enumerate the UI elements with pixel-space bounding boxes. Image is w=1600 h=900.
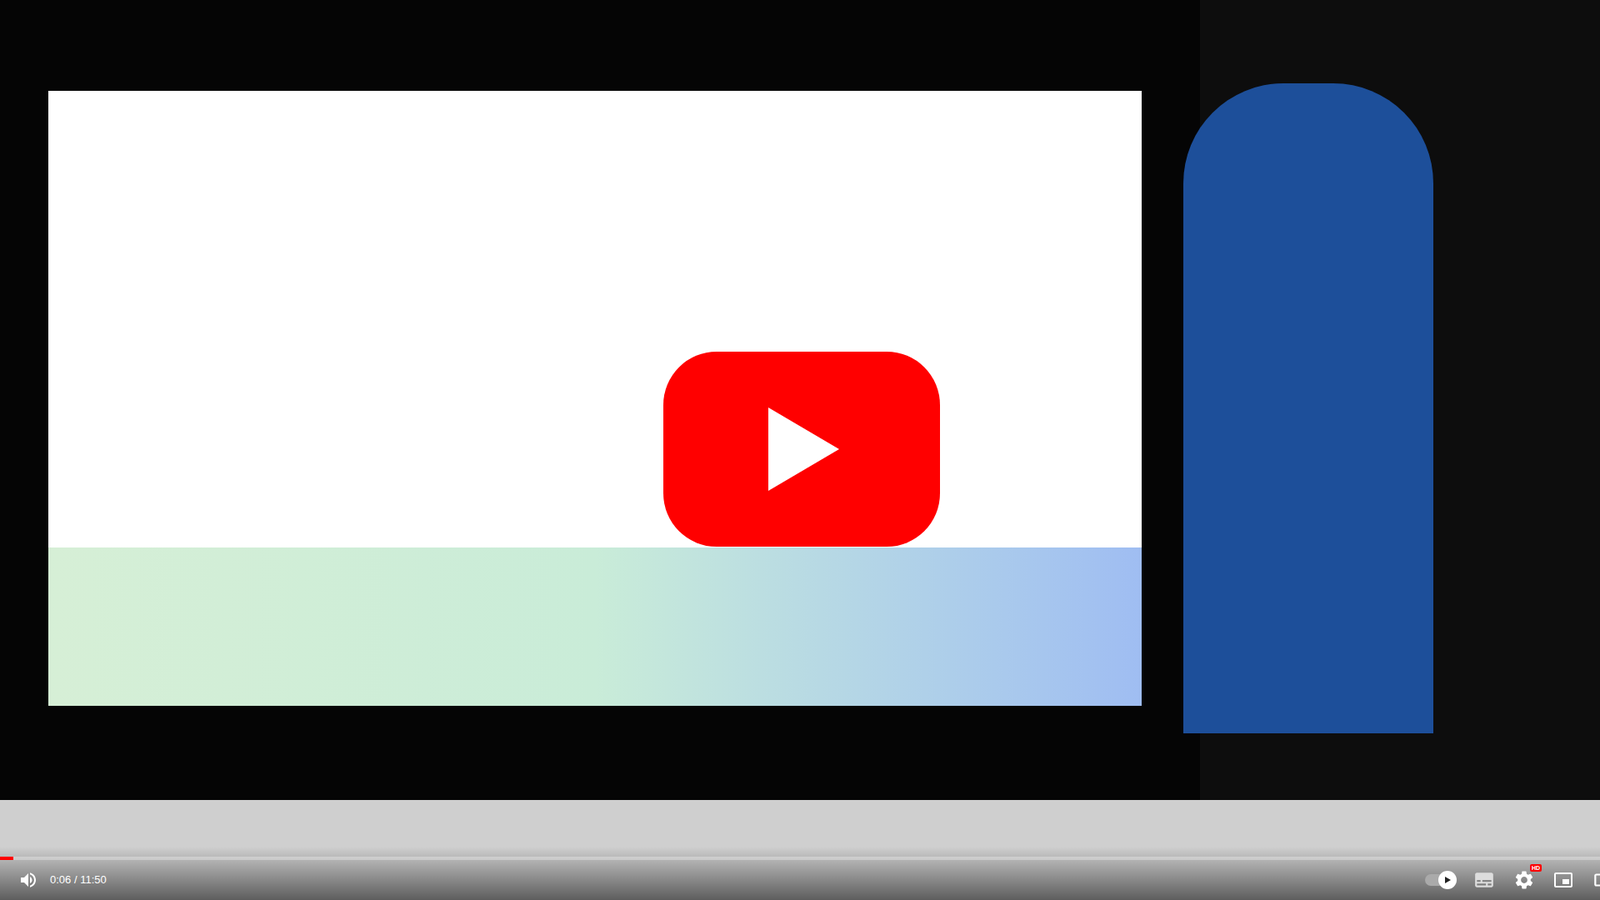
play-icon bbox=[760, 403, 844, 495]
progress-fill bbox=[0, 856, 14, 860]
miniplayer-icon[interactable] bbox=[1553, 870, 1574, 890]
autoplay-toggle[interactable] bbox=[1425, 874, 1455, 886]
video-player: 0:06 / 11:50 HD bbox=[0, 0, 1600, 900]
progress-bar[interactable] bbox=[0, 856, 1600, 860]
video-slide-area bbox=[48, 90, 1142, 706]
volume-icon[interactable] bbox=[18, 870, 39, 890]
time-display: 0:06 / 11:50 bbox=[50, 871, 107, 889]
settings-button[interactable]: HD bbox=[1513, 869, 1535, 891]
control-bar: 0:06 / 11:50 HD bbox=[0, 846, 1600, 900]
subtitles-icon[interactable] bbox=[1473, 869, 1495, 891]
video-stage-area bbox=[1200, 0, 1600, 800]
settings-icon bbox=[1513, 869, 1535, 891]
quality-badge: HD bbox=[1530, 864, 1542, 872]
autoplay-play-icon bbox=[1443, 875, 1452, 885]
theater-icon[interactable] bbox=[1591, 869, 1600, 891]
play-button[interactable] bbox=[663, 351, 940, 547]
